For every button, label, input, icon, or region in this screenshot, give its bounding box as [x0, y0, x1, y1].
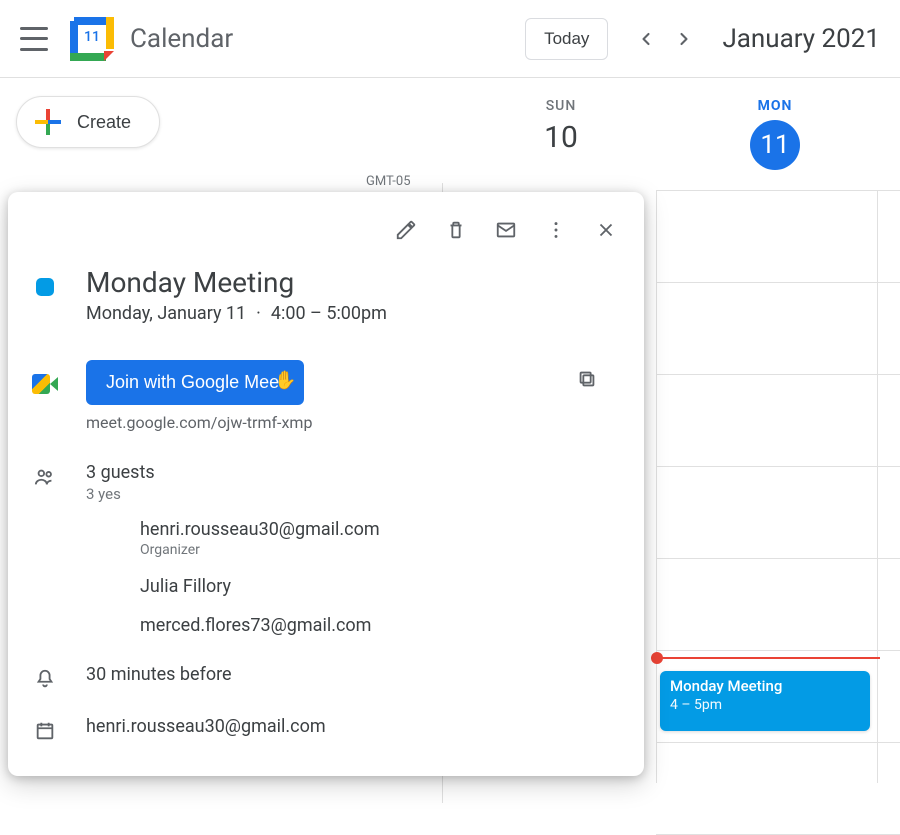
day-of-week: MON [668, 98, 882, 114]
today-button[interactable]: Today [525, 18, 608, 60]
day-col-sun[interactable]: SUN 10 [454, 98, 668, 170]
meet-url: meet.google.com/ojw-trmf-xmp [86, 413, 548, 432]
main-area: Create SUN 10 MON 11 GMT-05 Monday Meeti… [0, 78, 900, 783]
event-popover: Monday Meeting Monday, January 11·4:00 –… [8, 192, 644, 776]
guests-count: 3 guests [86, 462, 620, 483]
close-icon[interactable] [586, 210, 626, 250]
guests-icon [32, 462, 58, 488]
guest-list: henri.rousseau30@gmail.com Organizer Jul… [86, 519, 620, 636]
event-title: Monday Meeting [86, 266, 620, 299]
popover-actions [16, 204, 636, 256]
now-indicator [656, 657, 880, 659]
guest-item[interactable]: merced.flores73@gmail.com [140, 615, 620, 636]
guest-item[interactable]: henri.rousseau30@gmail.com Organizer [140, 519, 620, 558]
google-meet-icon [32, 374, 58, 394]
event-datetime: Monday, January 11·4:00 – 5:00pm [86, 303, 620, 324]
day-of-week: SUN [454, 98, 668, 114]
event-chip-time: 4 – 5pm [670, 697, 860, 713]
calendar-owner: henri.rousseau30@gmail.com [86, 716, 620, 737]
edit-icon[interactable] [386, 210, 426, 250]
day-of-month: 10 [454, 120, 668, 155]
guests-status: 3 yes [86, 485, 620, 503]
app-name: Calendar [130, 24, 233, 54]
event-color-swatch [36, 278, 54, 296]
copy-link-icon[interactable] [576, 360, 620, 394]
logo-day-number: 11 [70, 29, 114, 45]
month-title: January 2021 [722, 24, 880, 54]
reminder-icon [32, 664, 58, 690]
calendar-logo[interactable]: 11 [70, 17, 114, 61]
create-button[interactable]: Create [16, 96, 160, 148]
email-icon[interactable] [486, 210, 526, 250]
create-label: Create [77, 112, 131, 133]
join-meet-button[interactable]: Join with Google Meet✋ [86, 360, 304, 405]
day-header-row: SUN 10 MON 11 [454, 98, 882, 170]
calendar-icon [32, 716, 58, 742]
delete-icon[interactable] [436, 210, 476, 250]
chevron-left-icon[interactable] [636, 29, 656, 49]
plus-icon [35, 109, 61, 135]
timezone-label: GMT-05 [366, 174, 411, 189]
guest-item[interactable]: Julia Fillory [140, 576, 620, 597]
event-chip-title: Monday Meeting [670, 677, 860, 695]
menu-icon[interactable] [20, 27, 48, 51]
more-options-icon[interactable] [536, 210, 576, 250]
top-bar: 11 Calendar Today January 2021 [0, 0, 900, 78]
week-nav [636, 29, 694, 49]
calendar-grid[interactable]: Monday Meeting 4 – 5pm [656, 190, 900, 783]
day-col-mon[interactable]: MON 11 [668, 98, 882, 170]
cursor-hand-icon: ✋ [274, 370, 296, 391]
chevron-right-icon[interactable] [674, 29, 694, 49]
event-chip-monday-meeting[interactable]: Monday Meeting 4 – 5pm [660, 671, 870, 731]
reminder-text: 30 minutes before [86, 664, 620, 685]
day-of-month: 11 [750, 120, 800, 170]
